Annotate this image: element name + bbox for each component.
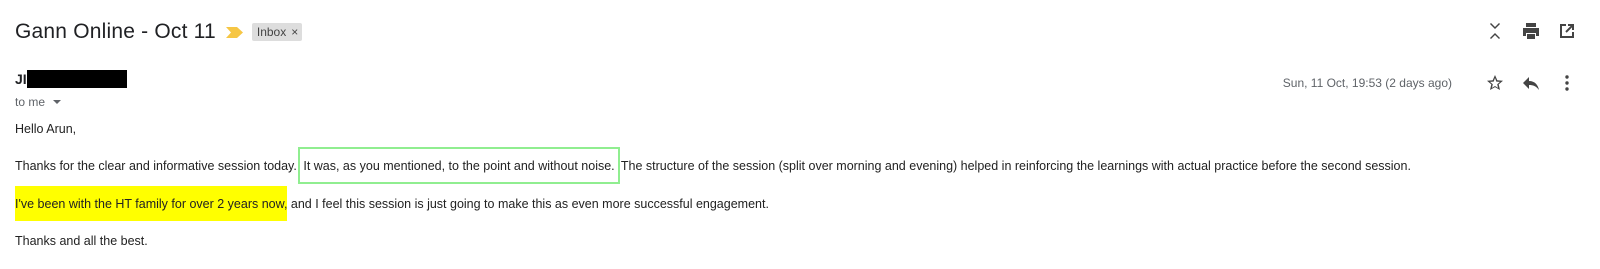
sender-redaction (26, 70, 127, 88)
star-icon (1487, 75, 1503, 90)
recipient-text: to me (15, 95, 46, 109)
paragraph-1: Thanks for the clear and informative ses… (15, 147, 1411, 184)
open-in-new-window-icon (1560, 24, 1574, 38)
label-chip-inbox[interactable]: Inbox × (251, 23, 303, 41)
chevron-down-icon[interactable] (53, 100, 62, 104)
closing-line: Thanks and all the best. (15, 234, 148, 248)
sender-row: JI (15, 70, 127, 88)
subject-row: Gann Online - Oct 11 Inbox × (15, 16, 303, 48)
p1-lead: Thanks for the clear and informative ses… (15, 159, 297, 173)
greeting-line: Hello Arun, (15, 122, 77, 136)
recipient-row[interactable]: to me (15, 95, 62, 109)
p2-rest: and I feel this session is just going to… (287, 197, 769, 211)
open-in-new-window-button[interactable] (1556, 20, 1578, 42)
star-button[interactable] (1484, 72, 1506, 94)
label-chip-text: Inbox (256, 25, 287, 39)
print-button[interactable] (1520, 20, 1542, 42)
reply-icon (1523, 77, 1539, 90)
remove-label-button[interactable]: × (291, 25, 298, 39)
collapse-all-button[interactable] (1484, 20, 1506, 42)
message-date: Sun, 11 Oct, 19:53 (2 days ago) (1282, 76, 1452, 90)
paragraph-2: I've been with the HT family for over 2 … (15, 186, 769, 221)
highlighted-phrase: I've been with the HT family for over 2 … (15, 186, 288, 221)
boxed-phrase: It was, as you mentioned, to the point a… (298, 147, 620, 184)
thread-actions (1484, 20, 1578, 42)
sender-name[interactable]: JI (15, 71, 27, 87)
more-vertical-icon (1565, 75, 1569, 91)
message-meta: Sun, 11 Oct, 19:53 (2 days ago) (1283, 72, 1578, 94)
importance-marker-icon[interactable] (225, 26, 243, 38)
more-options-button[interactable] (1556, 72, 1578, 94)
p1-rest: The structure of the session (split over… (620, 159, 1411, 173)
email-subject: Gann Online - Oct 11 (15, 20, 216, 43)
reply-button[interactable] (1520, 72, 1542, 94)
collapse-all-icon (1490, 23, 1500, 39)
print-icon (1523, 23, 1539, 39)
